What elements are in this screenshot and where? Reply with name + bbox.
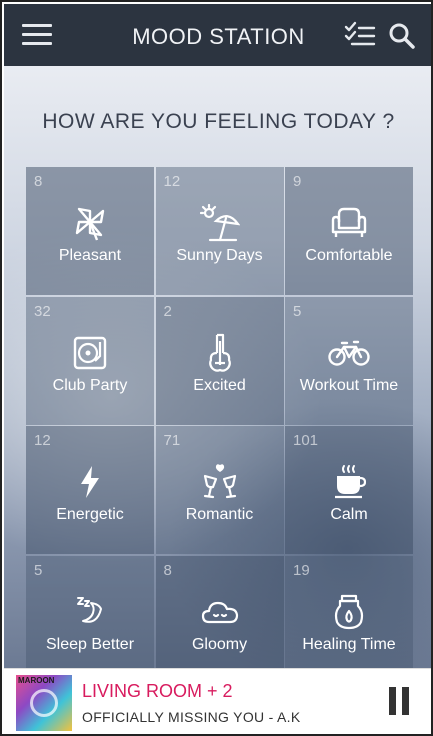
mood-tile-gloomy[interactable]: 8 Gloomy bbox=[155, 555, 284, 668]
mood-label: Energetic bbox=[56, 506, 124, 523]
mood-count: 5 bbox=[34, 561, 43, 579]
pinwheel-icon bbox=[26, 203, 154, 243]
mood-label: Romantic bbox=[185, 506, 254, 523]
beach-umbrella-icon bbox=[156, 203, 284, 243]
mood-label: Calm bbox=[330, 506, 368, 523]
mood-count: 19 bbox=[293, 561, 310, 579]
mood-tile-calm[interactable]: 101 Calm bbox=[285, 426, 413, 554]
mood-label: Excited bbox=[193, 376, 246, 394]
mood-count: 5 bbox=[293, 302, 302, 320]
mood-grid: 8 Pleasant 12 Sunny Days 9 Comfortable 3… bbox=[26, 167, 413, 668]
mood-count: 12 bbox=[163, 173, 181, 190]
now-playing-bar[interactable]: MAROON LIVING ROOM + 2 OFFICIALLY MISSIN… bbox=[4, 668, 431, 734]
search-icon[interactable] bbox=[388, 22, 416, 50]
filter-list-icon[interactable] bbox=[344, 21, 376, 49]
mood-count: 12 bbox=[34, 432, 51, 449]
aroma-burner-icon bbox=[285, 592, 413, 632]
mood-count: 2 bbox=[163, 302, 172, 320]
cloud-icon bbox=[156, 592, 284, 632]
mood-tile-romantic[interactable]: 71 Romantic bbox=[155, 426, 284, 554]
champagne-glasses-icon bbox=[156, 462, 284, 502]
mood-tile-workout-time[interactable]: 5 Workout Time bbox=[285, 296, 413, 425]
turntable-icon bbox=[26, 333, 154, 373]
mood-tile-excited[interactable]: 2 Excited bbox=[155, 296, 284, 425]
mood-tile-pleasant[interactable]: 8 Pleasant bbox=[26, 167, 154, 295]
mood-tile-sleep-better[interactable]: 5 Sleep Better bbox=[26, 555, 154, 668]
mood-tile-sunny-days[interactable]: 12 Sunny Days bbox=[155, 167, 284, 295]
album-art[interactable]: MAROON bbox=[16, 675, 72, 731]
mood-label: Sunny Days bbox=[176, 247, 263, 264]
top-app-bar: MOOD STATION bbox=[4, 4, 431, 66]
mood-label: Gloomy bbox=[191, 635, 248, 653]
mood-count: 8 bbox=[34, 173, 43, 190]
mood-tile-healing-time[interactable]: 19 Healing Time bbox=[285, 555, 413, 668]
bicycle-icon bbox=[285, 333, 413, 373]
mood-label: Sleep Better bbox=[45, 635, 135, 653]
now-playing-subtitle: OFFICIALLY MISSING YOU - A.K bbox=[82, 709, 301, 725]
mood-count: 8 bbox=[163, 561, 172, 579]
mood-label: Club Party bbox=[52, 376, 128, 394]
guitar-icon bbox=[156, 333, 284, 373]
mood-tile-energetic[interactable]: 12 Energetic bbox=[26, 426, 154, 554]
page-heading: HOW ARE YOU FEELING TODAY ? bbox=[42, 110, 395, 133]
mood-tile-comfortable[interactable]: 9 Comfortable bbox=[285, 167, 413, 295]
mood-label: Workout Time bbox=[299, 376, 399, 394]
lightning-icon bbox=[26, 462, 154, 502]
armchair-icon bbox=[285, 203, 413, 243]
app-frame: MOOD STATION HOW ARE YOU FEELING TODAY ? bbox=[0, 0, 433, 736]
mood-label: Healing Time bbox=[302, 635, 396, 653]
mood-count: 9 bbox=[293, 173, 302, 190]
mood-label: Pleasant bbox=[58, 247, 122, 264]
album-brand: MAROON bbox=[18, 676, 55, 685]
coffee-cup-icon bbox=[285, 462, 413, 502]
now-playing-title: LIVING ROOM + 2 bbox=[82, 681, 233, 701]
moon-zzz-icon bbox=[26, 592, 154, 632]
mood-tile-club-party[interactable]: 32 Club Party bbox=[26, 296, 154, 425]
mood-content: HOW ARE YOU FEELING TODAY ? 8 Pleasant 1… bbox=[4, 66, 431, 668]
pause-icon[interactable] bbox=[389, 687, 411, 715]
mood-count: 101 bbox=[293, 432, 319, 449]
mood-count: 32 bbox=[34, 302, 51, 320]
mood-count: 71 bbox=[163, 432, 181, 449]
mood-label: Comfortable bbox=[305, 247, 393, 264]
